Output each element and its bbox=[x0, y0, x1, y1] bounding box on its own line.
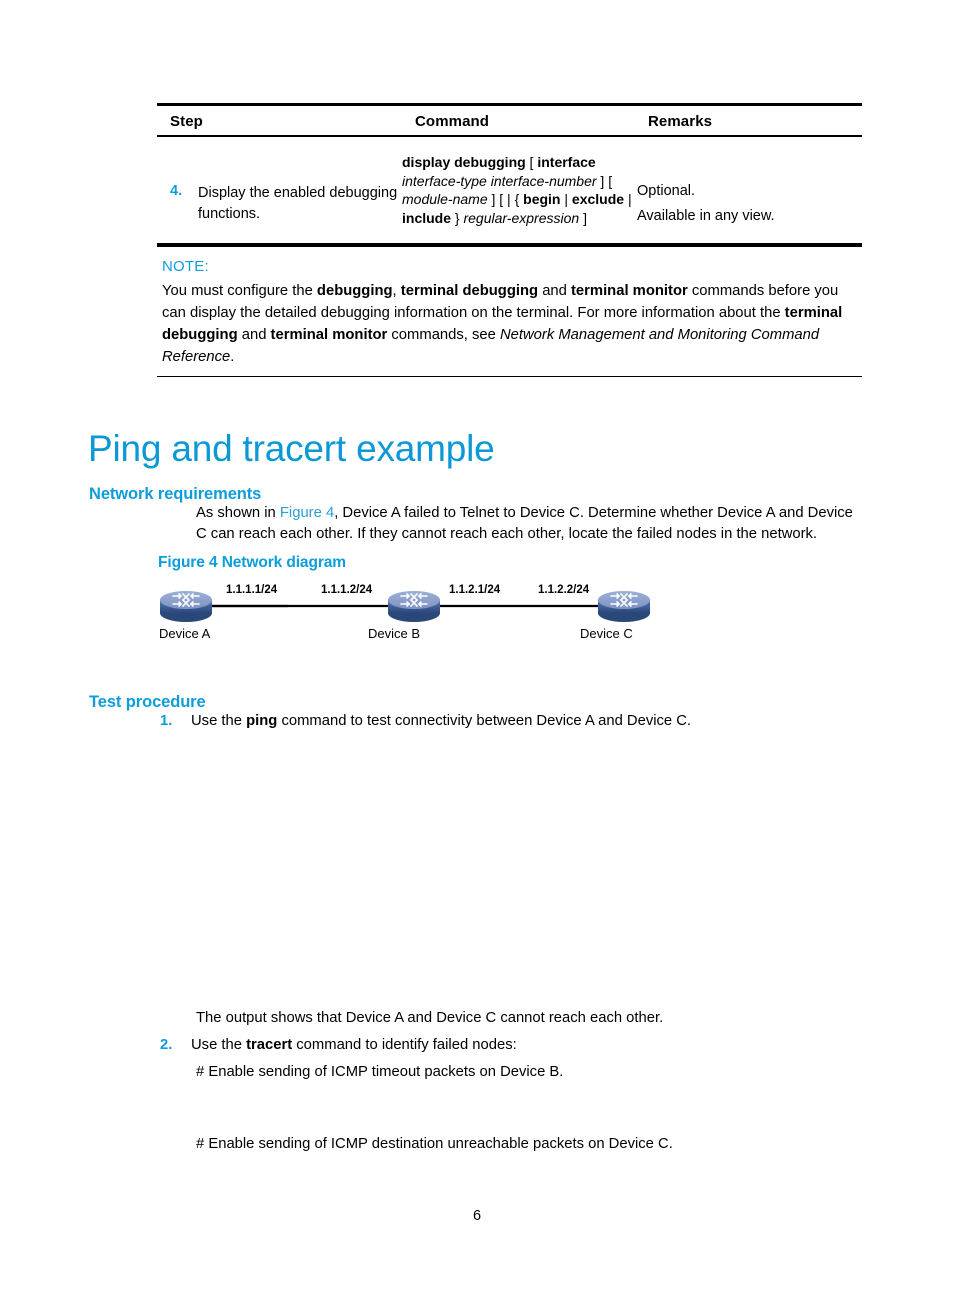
table-cell-remarks: Optional. Available in any view. bbox=[635, 151, 862, 229]
router-icon-device-a bbox=[160, 591, 212, 622]
remark-line: Optional. bbox=[637, 183, 696, 199]
device-label-a: Device A bbox=[159, 626, 211, 641]
remark-line: Available in any view. bbox=[637, 207, 775, 224]
remarks-text: Optional. Available in any view. bbox=[635, 151, 862, 229]
device-label-c: Device C bbox=[580, 626, 633, 641]
table-header-step: Step bbox=[170, 113, 203, 130]
router-icon-device-c bbox=[598, 591, 650, 622]
page-number: 6 bbox=[472, 1208, 482, 1224]
table-row: 4. Display the enabled debugging functio… bbox=[157, 137, 862, 243]
note-body: You must configure the debugging, termin… bbox=[162, 283, 843, 366]
note-label: NOTE: bbox=[162, 258, 209, 276]
procedure-substep-1: # Enable sending of ICMP timeout packets… bbox=[196, 1062, 896, 1083]
procedure-output-1-text: The output shows that Device A and Devic… bbox=[196, 1010, 664, 1026]
step-description: Display the enabled debugging functions. bbox=[198, 185, 398, 223]
page-title: Ping and tracert example bbox=[88, 427, 495, 469]
ip-label-3: 1.1.2.1/24 bbox=[449, 584, 501, 596]
figure-caption: Figure 4 Network diagram bbox=[158, 554, 346, 571]
table-cell-command: display debugging [ interface interface-… bbox=[402, 151, 635, 229]
ip-label-4: 1.1.2.2/24 bbox=[538, 584, 590, 596]
device-label-b: Device B bbox=[368, 626, 421, 641]
procedure-step-1-text: Use the ping command to test connectivit… bbox=[191, 713, 692, 729]
note-callout: NOTE: You must configure the debugging, … bbox=[157, 246, 862, 378]
step-number: 4. bbox=[170, 183, 183, 199]
procedure-step-1-number: 1. bbox=[160, 713, 173, 729]
procedure-step-2-number: 2. bbox=[160, 1037, 173, 1053]
table-cell-step: 4. Display the enabled debugging functio… bbox=[157, 151, 402, 229]
network-diagram: 1.1.1.1/24 1.1.1.2/24 1.1.2.1/24 1.1.2.2… bbox=[159, 580, 650, 645]
table-header-command: Command bbox=[415, 113, 490, 130]
ip-label-2: 1.1.1.2/24 bbox=[321, 584, 373, 596]
procedure-substep-2: # Enable sending of ICMP destination unr… bbox=[196, 1134, 896, 1155]
procedure-step-2-text: Use the tracert command to identify fail… bbox=[191, 1037, 517, 1053]
ip-label-1: 1.1.1.1/24 bbox=[226, 584, 278, 596]
document-page: Step Command Remarks 4. Display the enab… bbox=[0, 0, 954, 1296]
command-syntax: display debugging [ interface interface-… bbox=[402, 154, 632, 226]
note-bottom-rule bbox=[157, 375, 862, 378]
command-table: Step Command Remarks 4. Display the enab… bbox=[157, 103, 862, 246]
network-requirements-paragraph: As shown in Figure 4, Device A failed to… bbox=[196, 505, 853, 543]
table-header-row: Step Command Remarks bbox=[157, 106, 862, 135]
section-heading-network-requirements: Network requirements bbox=[89, 484, 262, 503]
procedure-step-2: 2. Use the tracert command to identify f… bbox=[160, 1035, 860, 1056]
section-heading-test-procedure: Test procedure bbox=[89, 692, 206, 711]
procedure-output-1: The output shows that Device A and Devic… bbox=[196, 1008, 896, 1029]
procedure-substep-2-text: # Enable sending of ICMP destination unr… bbox=[196, 1136, 673, 1152]
table-header-remarks: Remarks bbox=[648, 113, 713, 130]
procedure-substep-1-text: # Enable sending of ICMP timeout packets… bbox=[196, 1064, 564, 1080]
procedure-step-1: 1. Use the ping command to test connecti… bbox=[160, 711, 860, 732]
router-icon-device-b bbox=[388, 591, 440, 622]
